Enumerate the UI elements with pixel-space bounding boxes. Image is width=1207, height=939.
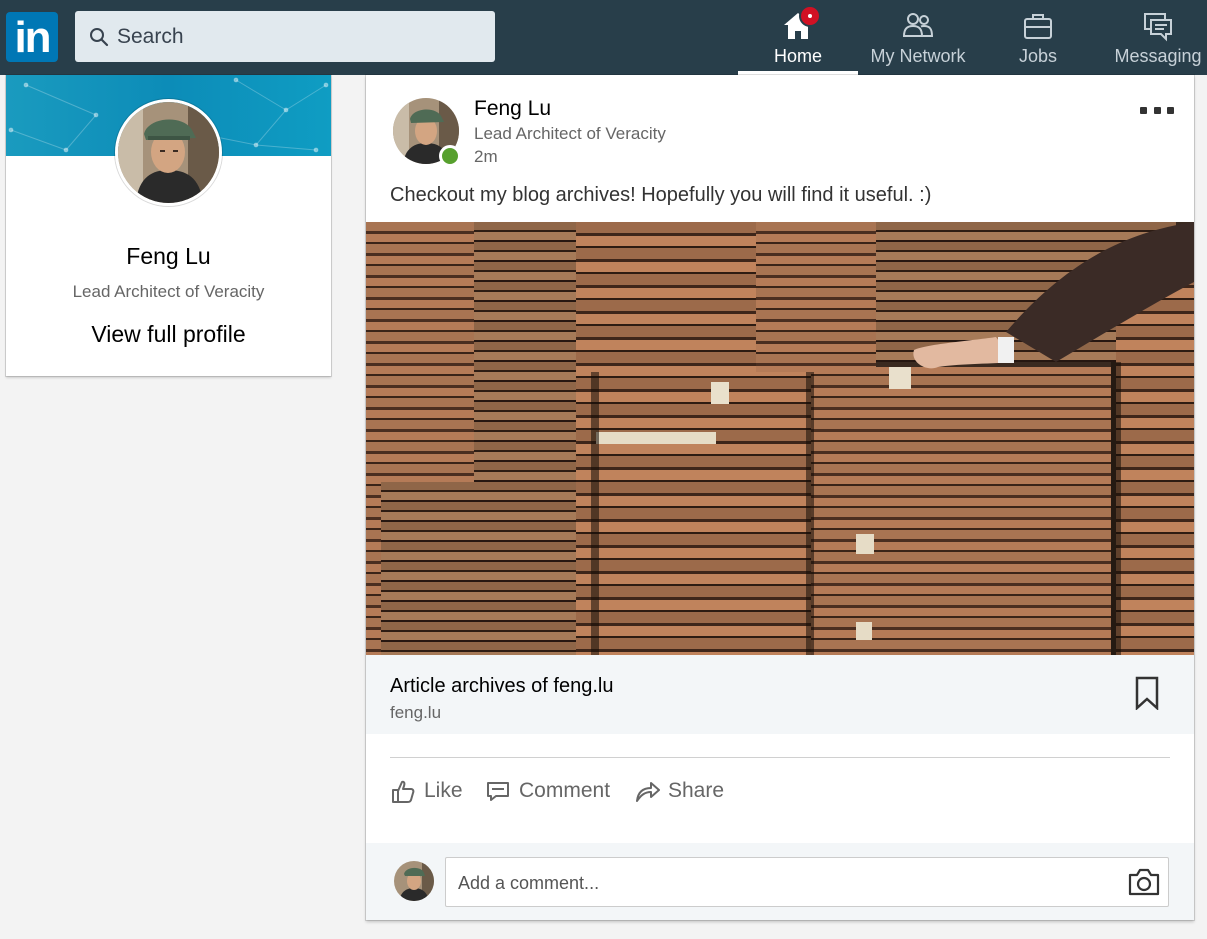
like-label: Like: [424, 779, 463, 802]
nav-messaging[interactable]: Messaging: [1098, 0, 1207, 75]
nav-my-network-label: My Network: [870, 46, 966, 66]
top-navigation-bar: in Home My Network Jobs: [0, 0, 1207, 75]
article-domain: feng.lu: [390, 703, 442, 722]
online-status-indicator: [439, 145, 461, 167]
briefcase-icon: [1024, 14, 1052, 39]
search-box[interactable]: [75, 11, 495, 62]
messaging-icon: [1144, 13, 1172, 42]
notification-badge: [799, 5, 821, 27]
bookmark-icon[interactable]: [1134, 676, 1160, 710]
camera-icon[interactable]: [1128, 867, 1160, 897]
nav-messaging-label: Messaging: [1114, 46, 1202, 66]
article-title[interactable]: Article archives of feng.lu: [390, 675, 613, 698]
profile-title: Lead Architect of Veracity: [72, 282, 265, 301]
share-label: Share: [668, 779, 725, 802]
profile-name[interactable]: Feng Lu: [6, 243, 331, 270]
commenter-avatar[interactable]: [394, 861, 434, 901]
article-image-archive-stacks[interactable]: [366, 222, 1194, 655]
more-options-icon: [1167, 106, 1174, 114]
nav-home-label: Home: [773, 46, 822, 66]
comment-composer: [366, 843, 1194, 920]
search-input[interactable]: [117, 24, 477, 49]
share-icon: [636, 782, 660, 802]
nav-home[interactable]: Home: [738, 0, 858, 75]
feed-post: Feng Lu Lead Architect of Veracity 2m Ch…: [366, 75, 1194, 920]
profile-avatar[interactable]: [115, 99, 222, 206]
nav-my-network[interactable]: My Network: [858, 0, 978, 75]
nav-jobs[interactable]: Jobs: [978, 0, 1098, 75]
share-button[interactable]: Share: [634, 775, 724, 807]
comment-field[interactable]: [445, 857, 1169, 907]
post-author-headline: Lead Architect of Veracity: [474, 124, 666, 143]
network-icon: [902, 13, 934, 37]
view-full-profile-link[interactable]: View full profile: [6, 321, 331, 348]
more-options-icon: [1140, 106, 1147, 114]
post-text: Checkout my blog archives! Hopefully you…: [390, 184, 932, 206]
like-icon: [392, 780, 415, 803]
more-options-button[interactable]: [1140, 103, 1174, 117]
comment-icon: [487, 782, 509, 801]
article-preview[interactable]: Article archives of feng.lu feng.lu: [366, 655, 1194, 734]
action-divider: [390, 757, 1170, 758]
like-button[interactable]: Like: [390, 775, 463, 807]
post-timestamp: 2m: [474, 147, 498, 166]
profile-card: Feng Lu Lead Architect of Veracity View …: [6, 75, 331, 376]
comment-label: Comment: [519, 779, 611, 802]
comment-input[interactable]: [458, 870, 1098, 896]
more-options-icon: [1153, 106, 1161, 114]
post-author-name[interactable]: Feng Lu: [474, 97, 551, 121]
search-icon: [90, 27, 109, 46]
nav-jobs-label: Jobs: [1018, 46, 1058, 66]
comment-button[interactable]: Comment: [485, 775, 610, 807]
linkedin-logo[interactable]: in: [6, 12, 58, 62]
